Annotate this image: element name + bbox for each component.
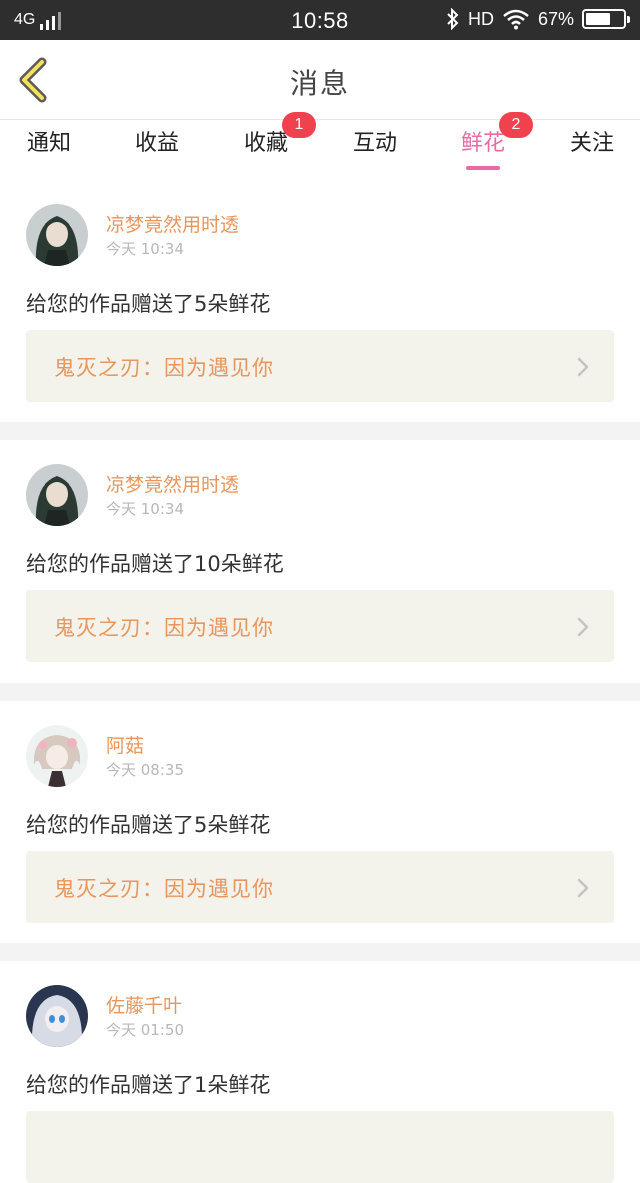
- unread-badge: 1: [282, 112, 316, 138]
- work-link[interactable]: [26, 1111, 614, 1183]
- work-link[interactable]: 鬼灭之刃：因为遇见你: [26, 330, 614, 402]
- message-item: 凉梦竟然用时透 今天 10:34 给您的作品赠送了5朵鲜花 鬼灭之刃：因为遇见你: [0, 180, 640, 422]
- work-title: 鬼灭之刃：因为遇见你: [54, 616, 274, 640]
- username[interactable]: 阿菇: [106, 731, 144, 758]
- message-item: 凉梦竟然用时透 今天 10:34 给您的作品赠送了10朵鲜花 鬼灭之刃：因为遇见…: [0, 440, 640, 683]
- tab-bar: 通知 收益 收藏 1 互动 鲜花 2 关注: [0, 112, 640, 180]
- battery-percent: 67%: [537, 8, 574, 29]
- username[interactable]: 凉梦竟然用时透: [106, 470, 239, 497]
- nav-header: 消息: [0, 40, 640, 120]
- timestamp: 今天 08:35: [106, 761, 184, 779]
- battery-fill: [586, 13, 610, 25]
- username[interactable]: 凉梦竟然用时透: [106, 210, 239, 237]
- username[interactable]: 佐藤千叶: [106, 991, 182, 1018]
- tab-label: 鲜花: [460, 131, 505, 156]
- tab-flowers[interactable]: 鲜花 2: [429, 112, 537, 180]
- message-text: 给您的作品赠送了10朵鲜花: [26, 552, 284, 576]
- message-text: 给您的作品赠送了1朵鲜花: [26, 1073, 271, 1097]
- tab-label: 收益: [134, 131, 179, 156]
- message-text: 给您的作品赠送了5朵鲜花: [26, 813, 271, 837]
- hd-indicator: HD: [467, 8, 494, 29]
- user-avatar[interactable]: [26, 464, 88, 526]
- tab-favorites[interactable]: 收藏 1: [212, 112, 320, 180]
- work-title: 鬼灭之刃：因为遇见你: [54, 877, 274, 901]
- active-tab-indicator: [466, 166, 500, 170]
- timestamp: 今天 10:34: [106, 500, 184, 518]
- tab-earnings[interactable]: 收益: [103, 120, 211, 180]
- unread-badge: 2: [499, 112, 533, 138]
- tab-notifications[interactable]: 通知: [0, 120, 103, 180]
- bluetooth-icon: [447, 8, 459, 30]
- wifi-icon: [503, 9, 529, 30]
- work-title: 鬼灭之刃：因为遇见你: [54, 356, 274, 380]
- divider: [0, 943, 640, 961]
- user-avatar[interactable]: [26, 725, 88, 787]
- page-title: 消息: [289, 67, 350, 100]
- divider: [0, 422, 640, 440]
- tab-label: 通知: [26, 131, 71, 156]
- tab-label: 收藏: [243, 131, 288, 156]
- tab-label: 关注: [569, 131, 614, 156]
- status-icons: HD 67%: [446, 8, 630, 30]
- divider: [0, 683, 640, 701]
- timestamp: 今天 10:34: [106, 240, 184, 258]
- user-avatar[interactable]: [26, 204, 88, 266]
- chevron-right-icon: [577, 617, 589, 637]
- work-link[interactable]: 鬼灭之刃：因为遇见你: [26, 590, 614, 662]
- user-avatar[interactable]: [26, 985, 88, 1047]
- tab-label: 互动: [352, 131, 397, 156]
- chevron-right-icon: [577, 357, 589, 377]
- message-item: 佐藤千叶 今天 01:50 给您的作品赠送了1朵鲜花: [0, 961, 640, 1183]
- message-text: 给您的作品赠送了5朵鲜花: [26, 292, 271, 316]
- work-link[interactable]: 鬼灭之刃：因为遇见你: [26, 851, 614, 923]
- tab-interactions[interactable]: 互动: [321, 120, 429, 180]
- chevron-right-icon: [577, 878, 589, 898]
- status-bar: 4G 10:58 HD 67%: [0, 0, 640, 40]
- message-item: 阿菇 今天 08:35 给您的作品赠送了5朵鲜花 鬼灭之刃：因为遇见你: [0, 701, 640, 943]
- tab-follows[interactable]: 关注: [538, 120, 640, 180]
- timestamp: 今天 01:50: [106, 1021, 184, 1039]
- battery-icon: [582, 9, 630, 29]
